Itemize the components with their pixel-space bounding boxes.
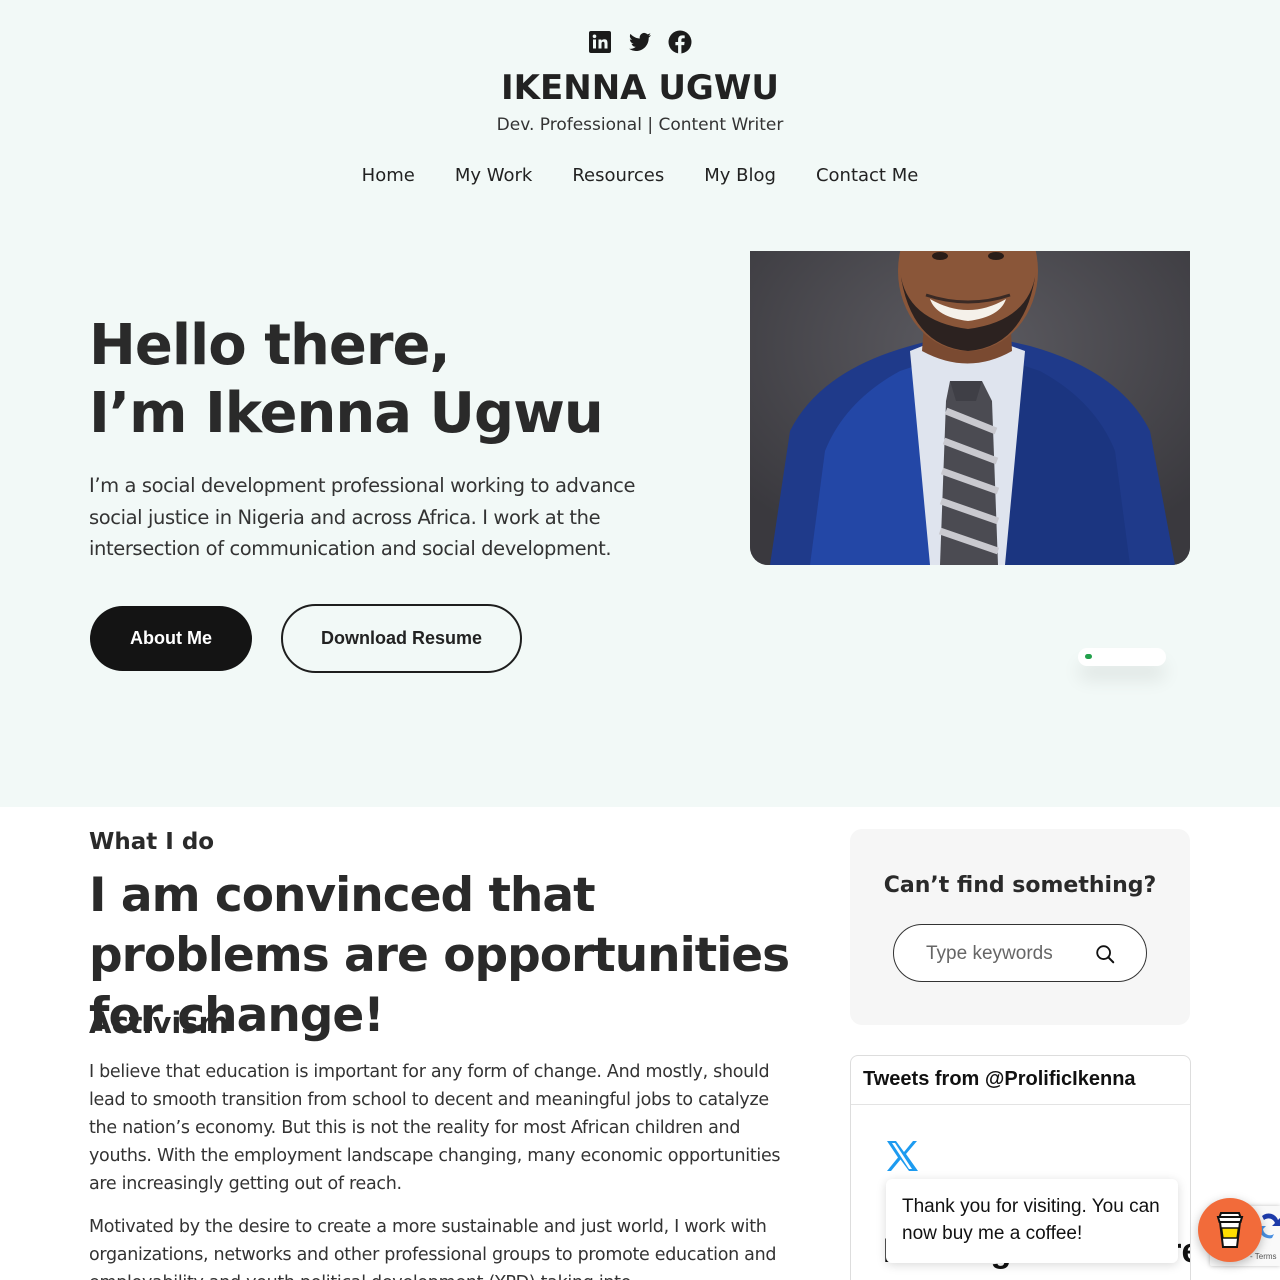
tweets-title[interactable]: Tweets from @ProlificIkenna (851, 1056, 1190, 1105)
status-dot (1085, 654, 1092, 659)
activism-paragraph-2: Motivated by the desire to create a more… (89, 1217, 777, 1280)
profile-photo (750, 251, 1190, 565)
site-tagline: Dev. Professional | Content Writer (496, 115, 784, 135)
profile-photo-illustration (750, 251, 1190, 565)
nav-item-home[interactable]: Home (362, 165, 415, 186)
nav-item-resources[interactable]: Resources (572, 165, 664, 186)
search-widget: Can’t find something? (850, 829, 1190, 1025)
search-icon[interactable] (1094, 943, 1116, 965)
recaptcha-terms[interactable]: - Terms (1250, 1252, 1277, 1261)
x-logo-icon (887, 1141, 918, 1171)
nav-item-contact-me[interactable]: Contact Me (816, 165, 918, 186)
download-resume-button[interactable]: Download Resume (281, 604, 522, 673)
social-links (0, 30, 1280, 54)
coffee-message-popup: Thank you for visiting. You can now buy … (886, 1179, 1178, 1263)
nav-item-my-blog[interactable]: My Blog (704, 165, 776, 186)
facebook-icon[interactable] (668, 30, 692, 54)
hero-heading-line1: Hello there, (89, 313, 451, 378)
buy-me-a-coffee-button[interactable] (1198, 1198, 1262, 1262)
activism-heading: Activism (89, 1006, 229, 1040)
search-input[interactable] (926, 941, 1086, 967)
nav-item-my-work[interactable]: My Work (455, 165, 532, 186)
search-widget-title: Can’t find something? (883, 873, 1157, 898)
activism-paragraph-1: I believe that education is important fo… (89, 1062, 781, 1194)
section-eyebrow: What I do (89, 829, 215, 855)
twitter-icon[interactable] (628, 30, 652, 54)
status-indicator (1078, 648, 1166, 666)
about-me-button[interactable]: About Me (90, 606, 252, 671)
coffee-cup-icon (1216, 1212, 1244, 1248)
site-title[interactable]: IKENNA UGWU (0, 68, 1280, 108)
search-box (893, 924, 1147, 982)
hero-intro-text: I’m a social development professional wo… (89, 474, 636, 560)
hero-heading-line2: I’m Ikenna Ugwu (89, 381, 604, 446)
linkedin-icon[interactable] (588, 30, 612, 54)
hero-heading: Hello there, I’m Ikenna Ugwu (89, 312, 604, 448)
main-nav: Home My Work Resources My Blog Contact M… (0, 165, 1280, 186)
